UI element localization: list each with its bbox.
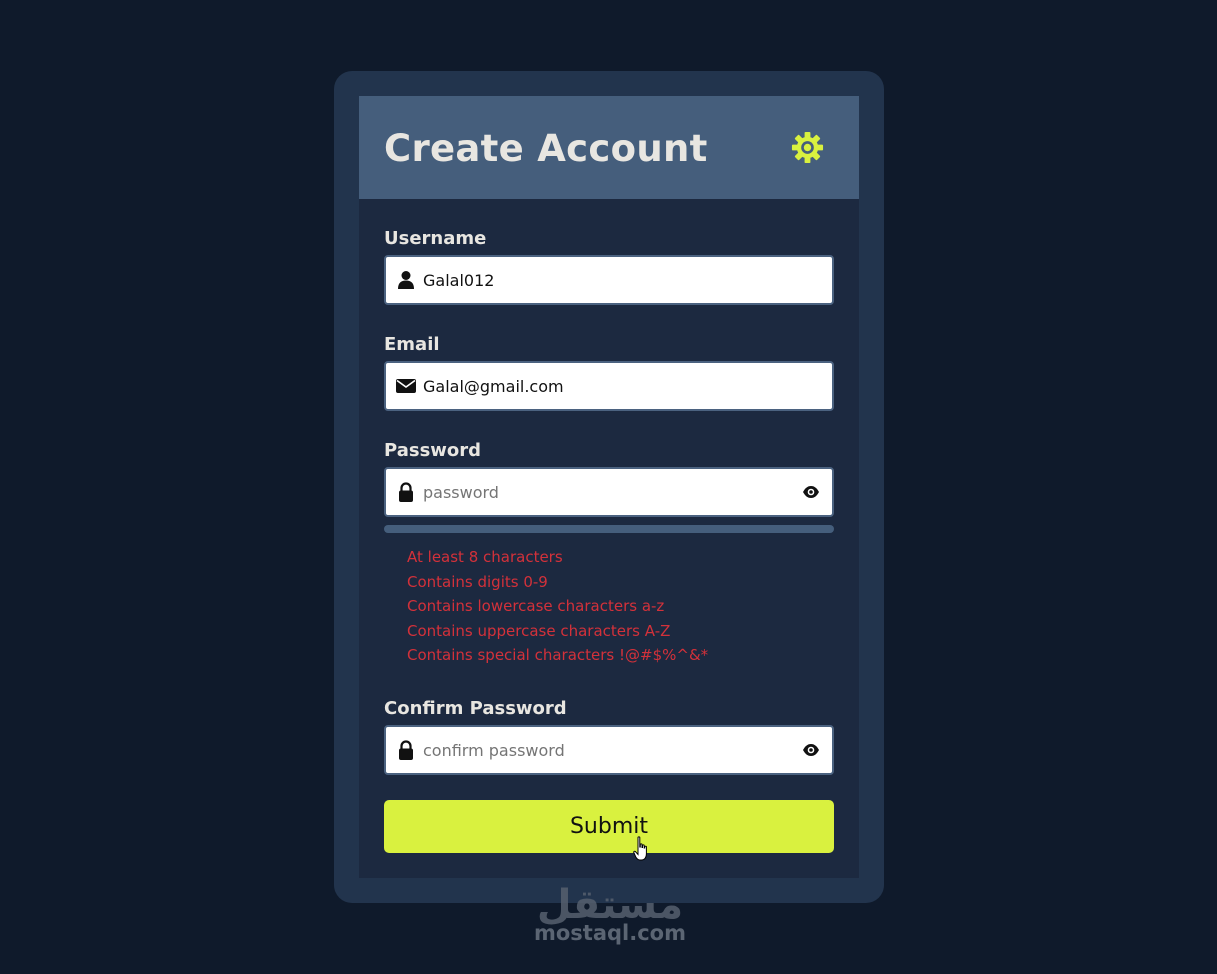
requirement-uppercase: Contains uppercase characters A-Z <box>407 621 671 640</box>
password-field[interactable] <box>384 467 834 517</box>
page-title: Create Account <box>384 127 708 170</box>
password-requirements: At least 8 characters Contains digits 0-… <box>407 545 708 668</box>
confirm-password-input[interactable] <box>423 727 793 773</box>
requirement-digits: Contains digits 0-9 <box>407 572 548 591</box>
requirement-lowercase: Contains lowercase characters a-z <box>407 597 665 615</box>
form-header: Create Account <box>359 96 859 199</box>
password-strength-bar <box>384 525 834 533</box>
username-input[interactable] <box>423 257 793 303</box>
lock-icon <box>399 740 413 760</box>
password-label: Password <box>384 440 482 461</box>
email-field[interactable] <box>384 361 834 411</box>
email-label: Email <box>384 334 440 355</box>
confirm-password-field[interactable] <box>384 725 834 775</box>
form-panel: Create Account Username Galal012 Email G… <box>359 96 859 878</box>
hand-pointer-cursor-icon <box>633 836 647 861</box>
requirement-length: At least 8 characters <box>407 548 563 566</box>
user-icon <box>398 271 414 289</box>
confirm-password-label: Confirm Password <box>384 698 567 719</box>
username-label: Username <box>384 228 487 249</box>
requirement-special: Contains special characters !@#$%^&* <box>407 646 709 664</box>
submit-button[interactable]: Submit <box>384 800 834 853</box>
eye-icon[interactable] <box>802 742 820 758</box>
password-input[interactable] <box>423 469 793 515</box>
username-field[interactable] <box>384 255 834 305</box>
eye-icon[interactable] <box>802 484 820 500</box>
watermark-logo: مستقل <box>536 882 684 928</box>
form-card: Create Account Username Galal012 Email G… <box>334 71 884 903</box>
gear-icon[interactable] <box>790 130 825 165</box>
envelope-icon <box>396 379 416 393</box>
lock-icon <box>399 482 413 502</box>
watermark: مستقل mostaql.com <box>530 882 690 944</box>
email-input[interactable] <box>423 363 793 409</box>
